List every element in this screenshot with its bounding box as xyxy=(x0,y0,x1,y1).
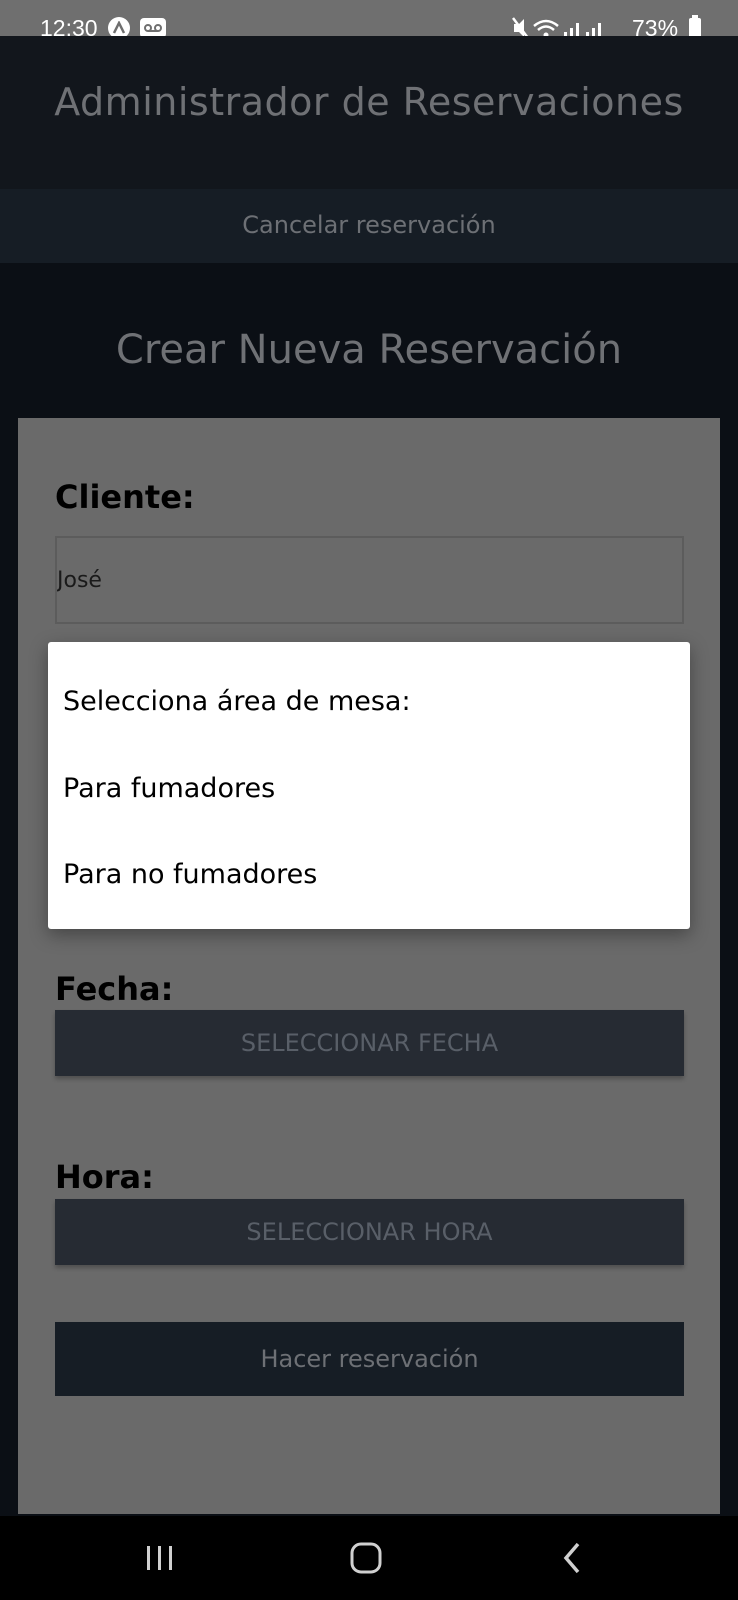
home-icon[interactable] xyxy=(336,1536,396,1580)
app-header: Administrador de Reservaciones xyxy=(0,36,738,189)
top-nav: Cancelar reservación xyxy=(0,189,738,263)
client-label: Cliente: xyxy=(55,478,195,516)
make-reservation-button[interactable]: Hacer reservación xyxy=(55,1322,684,1396)
select-date-button[interactable]: SELECCIONAR FECHA xyxy=(55,1010,684,1076)
system-nav-bar xyxy=(0,1516,738,1600)
dialog-title: Selecciona área de mesa: xyxy=(63,686,411,717)
cancel-reservation-link[interactable]: Cancelar reservación xyxy=(0,211,738,239)
select-time-button[interactable]: SELECCIONAR HORA xyxy=(55,1199,684,1265)
app-title: Administrador de Reservaciones xyxy=(54,80,684,124)
reservation-form: Cliente: Fecha: SELECCIONAR FECHA Hora: … xyxy=(18,418,720,1514)
recent-apps-icon[interactable] xyxy=(130,1536,190,1580)
mute-icon xyxy=(512,17,529,39)
option-non-smokers[interactable]: Para no fumadores xyxy=(48,839,690,909)
client-input[interactable] xyxy=(55,536,684,624)
option-smokers[interactable]: Para fumadores xyxy=(48,753,690,823)
date-label: Fecha: xyxy=(55,970,174,1008)
page-title: Crear Nueva Reservación xyxy=(115,327,623,373)
back-icon[interactable] xyxy=(544,1536,604,1580)
voicemail-icon xyxy=(140,18,166,38)
time-label: Hora: xyxy=(55,1158,154,1196)
table-area-dialog: Selecciona área de mesa: Para fumadores … xyxy=(48,642,690,929)
status-bar: 12:30 73% xyxy=(0,0,738,41)
